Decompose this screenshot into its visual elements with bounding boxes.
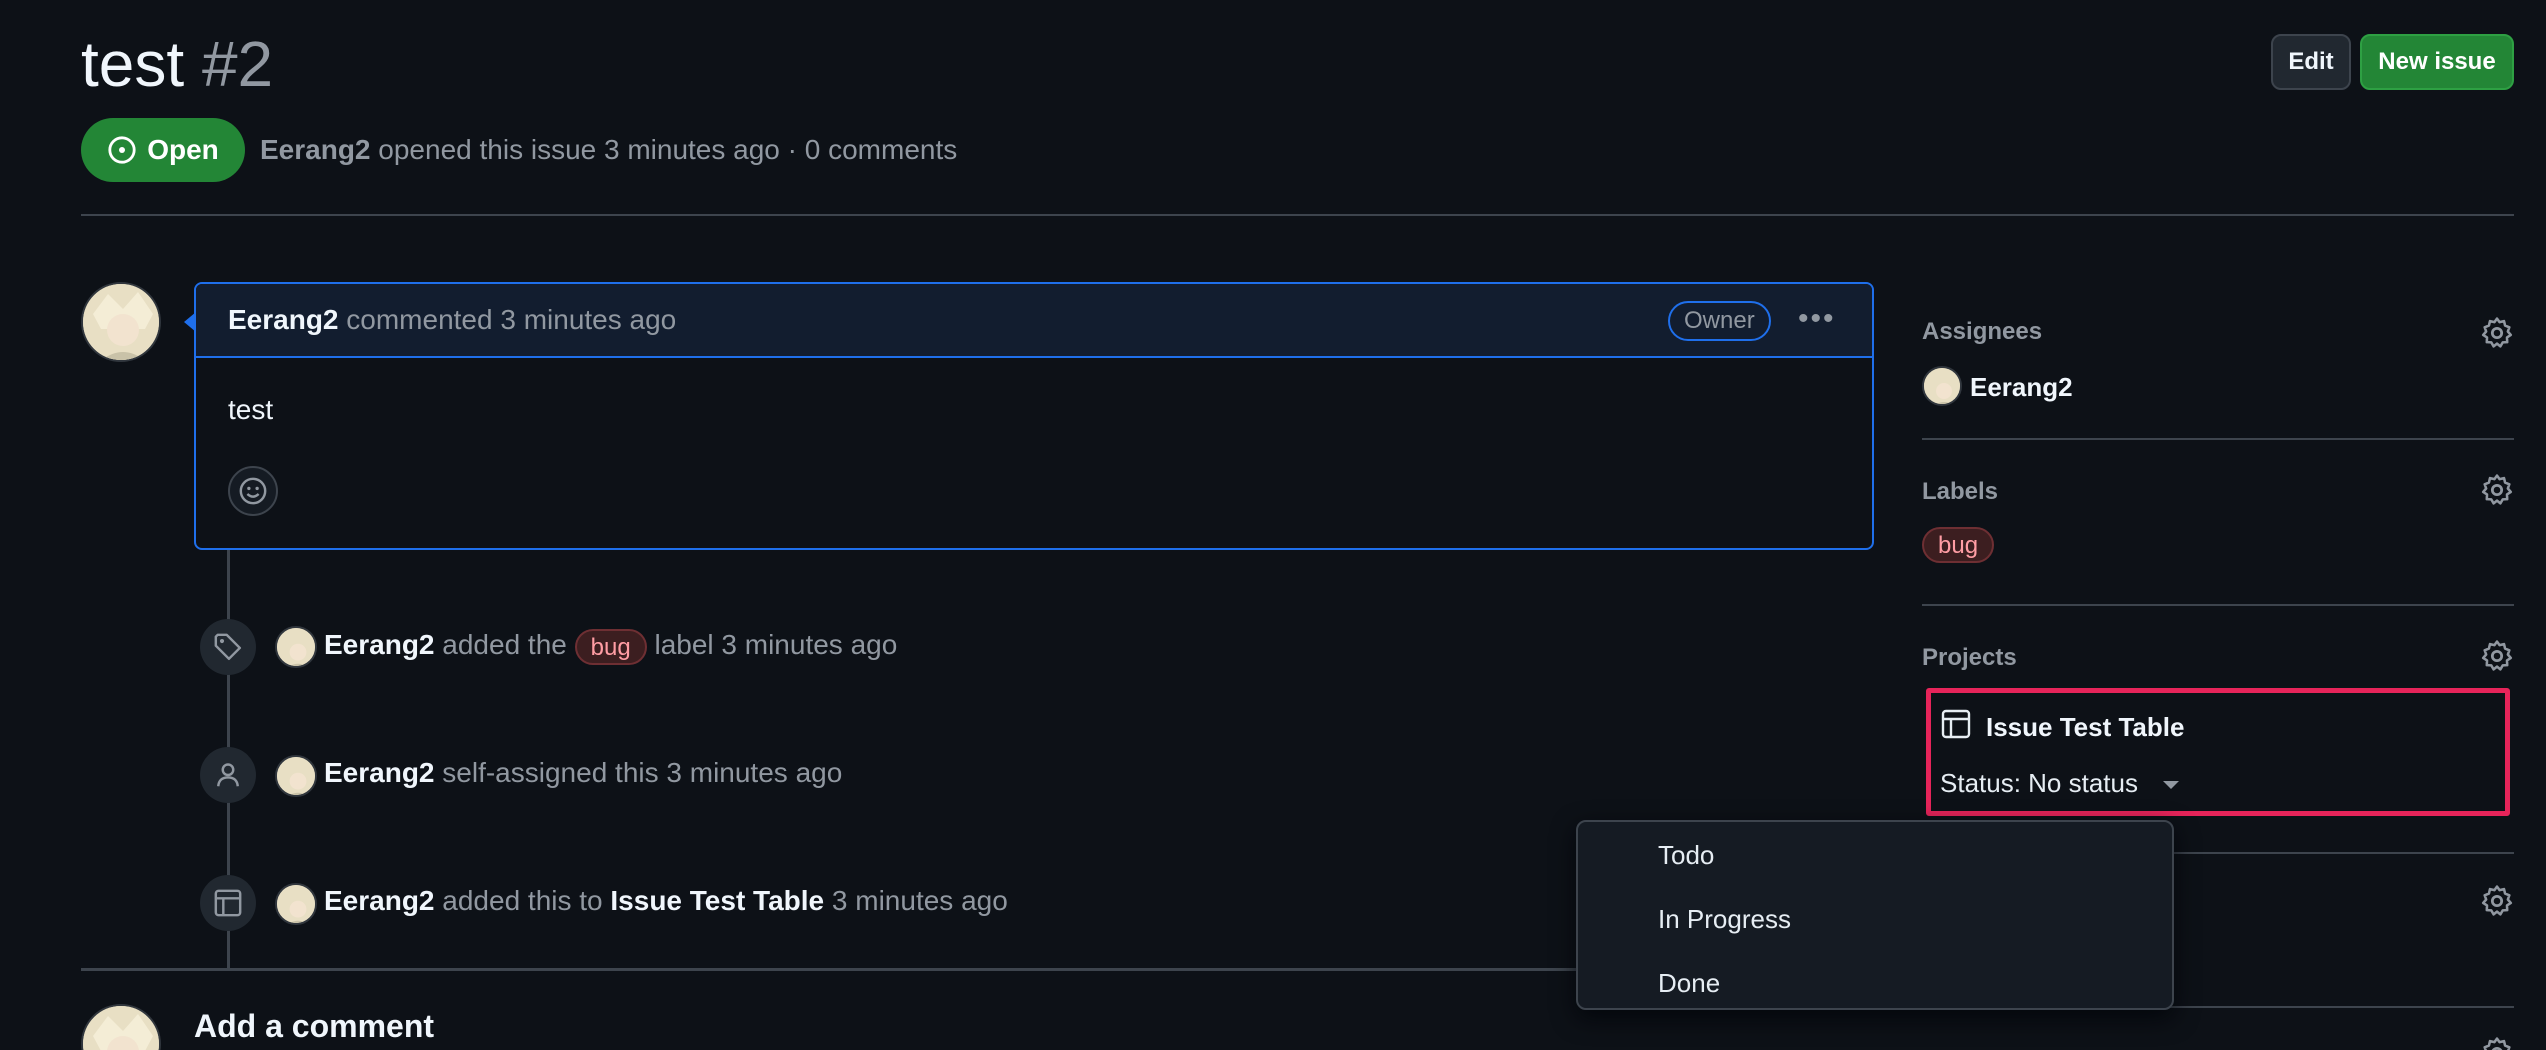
bug-label[interactable]: bug: [574, 628, 647, 665]
comment-author[interactable]: Eerang2: [228, 304, 339, 335]
issue-title-text: test: [81, 28, 185, 100]
avatar-image: [277, 757, 315, 795]
issue-number: #2: [201, 28, 274, 100]
avatar[interactable]: [81, 1004, 161, 1050]
issue-open-icon: [108, 136, 136, 164]
status-option-todo[interactable]: Todo: [1658, 840, 1714, 871]
tag-icon: [214, 633, 242, 661]
event-text: self-assigned this 3 minutes ago: [442, 757, 843, 788]
avatar-image: [277, 628, 315, 666]
header-divider: [81, 214, 2514, 216]
timeline-event-assigned: Eerang2 self-assigned this 3 minutes ago: [324, 755, 842, 791]
assignees-heading: Assignees: [1922, 318, 2043, 345]
triangle-down-icon: [2163, 781, 2180, 790]
table-icon: [214, 889, 242, 917]
avatar[interactable]: [81, 282, 161, 362]
avatar[interactable]: [275, 626, 317, 668]
assignees-gear-icon[interactable]: [2480, 316, 2514, 350]
timeline-event-project: Eerang2 added this to Issue Test Table 3…: [324, 883, 1008, 919]
event-text: added this to: [442, 885, 603, 916]
avatar[interactable]: [275, 883, 317, 925]
event-text: 3 minutes ago: [831, 885, 1008, 916]
avatar-image: [83, 1006, 159, 1050]
owner-badge: Owner: [1668, 301, 1771, 341]
sidebar-divider: [1922, 438, 2514, 440]
event-text: label 3 minutes ago: [654, 629, 898, 660]
assignee-name[interactable]: Eerang2: [1970, 372, 2073, 403]
add-reaction-button[interactable]: [228, 466, 278, 516]
status-badge: Open: [81, 118, 245, 182]
timeline-event-label: Eerang2 added the bug label 3 minutes ag…: [324, 627, 897, 665]
event-actor[interactable]: Eerang2: [324, 629, 435, 660]
comment-header: Eerang2 commented 3 minutes ago Owner ••…: [196, 284, 1872, 358]
labels-gear-icon[interactable]: [2480, 473, 2514, 507]
project-table-icon: [1941, 709, 1971, 739]
project-status-field[interactable]: Status: No status: [1940, 768, 2181, 799]
timeline-badge: [200, 747, 256, 803]
development-gear-icon[interactable]: [2480, 1036, 2514, 1050]
status-label: Open: [147, 134, 219, 165]
person-icon: [217, 763, 239, 787]
issue-title: test #2: [81, 28, 273, 100]
edit-button[interactable]: Edit: [2271, 34, 2351, 90]
sidebar-bug-label[interactable]: bug: [1922, 527, 1995, 563]
issue-author-link[interactable]: Eerang2: [260, 134, 371, 165]
avatar-image: [1924, 368, 1960, 404]
event-text: added the: [442, 629, 567, 660]
project-name-link[interactable]: Issue Test Table: [1986, 712, 2184, 743]
timeline-badge: [200, 619, 256, 675]
smiley-icon: [239, 477, 267, 505]
status-option-in-progress[interactable]: In Progress: [1658, 904, 1791, 935]
add-comment-heading: Add a comment: [194, 1008, 435, 1044]
timeline-end-divider: [81, 968, 1581, 971]
event-actor[interactable]: Eerang2: [324, 885, 435, 916]
project-status-text: Status: No status: [1940, 768, 2138, 798]
projects-heading: Projects: [1922, 644, 2017, 671]
projects-gear-icon[interactable]: [2480, 639, 2514, 673]
issue-opened-text: opened this issue 3 minutes ago · 0 comm…: [378, 134, 958, 165]
avatar[interactable]: [275, 755, 317, 797]
sidebar-divider: [1922, 604, 2514, 606]
avatar-image: [83, 284, 159, 360]
labels-heading: Labels: [1922, 478, 1999, 505]
comment-menu-kebab-icon[interactable]: •••: [1798, 302, 1836, 336]
new-issue-button[interactable]: New issue: [2360, 34, 2514, 90]
status-option-done[interactable]: Done: [1658, 968, 1720, 999]
event-actor[interactable]: Eerang2: [324, 757, 435, 788]
timeline-badge: [200, 875, 256, 931]
event-project-link[interactable]: Issue Test Table: [610, 885, 824, 916]
comment-timestamp[interactable]: commented 3 minutes ago: [346, 304, 676, 335]
issue-meta: Eerang2 opened this issue 3 minutes ago …: [260, 132, 957, 168]
avatar[interactable]: [1922, 366, 1962, 406]
status-dropdown-menu: Todo In Progress Done: [1576, 820, 2174, 1010]
avatar-image: [277, 885, 315, 923]
comment-card: Eerang2 commented 3 minutes ago Owner ••…: [194, 282, 1874, 550]
milestone-gear-icon[interactable]: [2480, 884, 2514, 918]
comment-body: test: [228, 394, 274, 425]
